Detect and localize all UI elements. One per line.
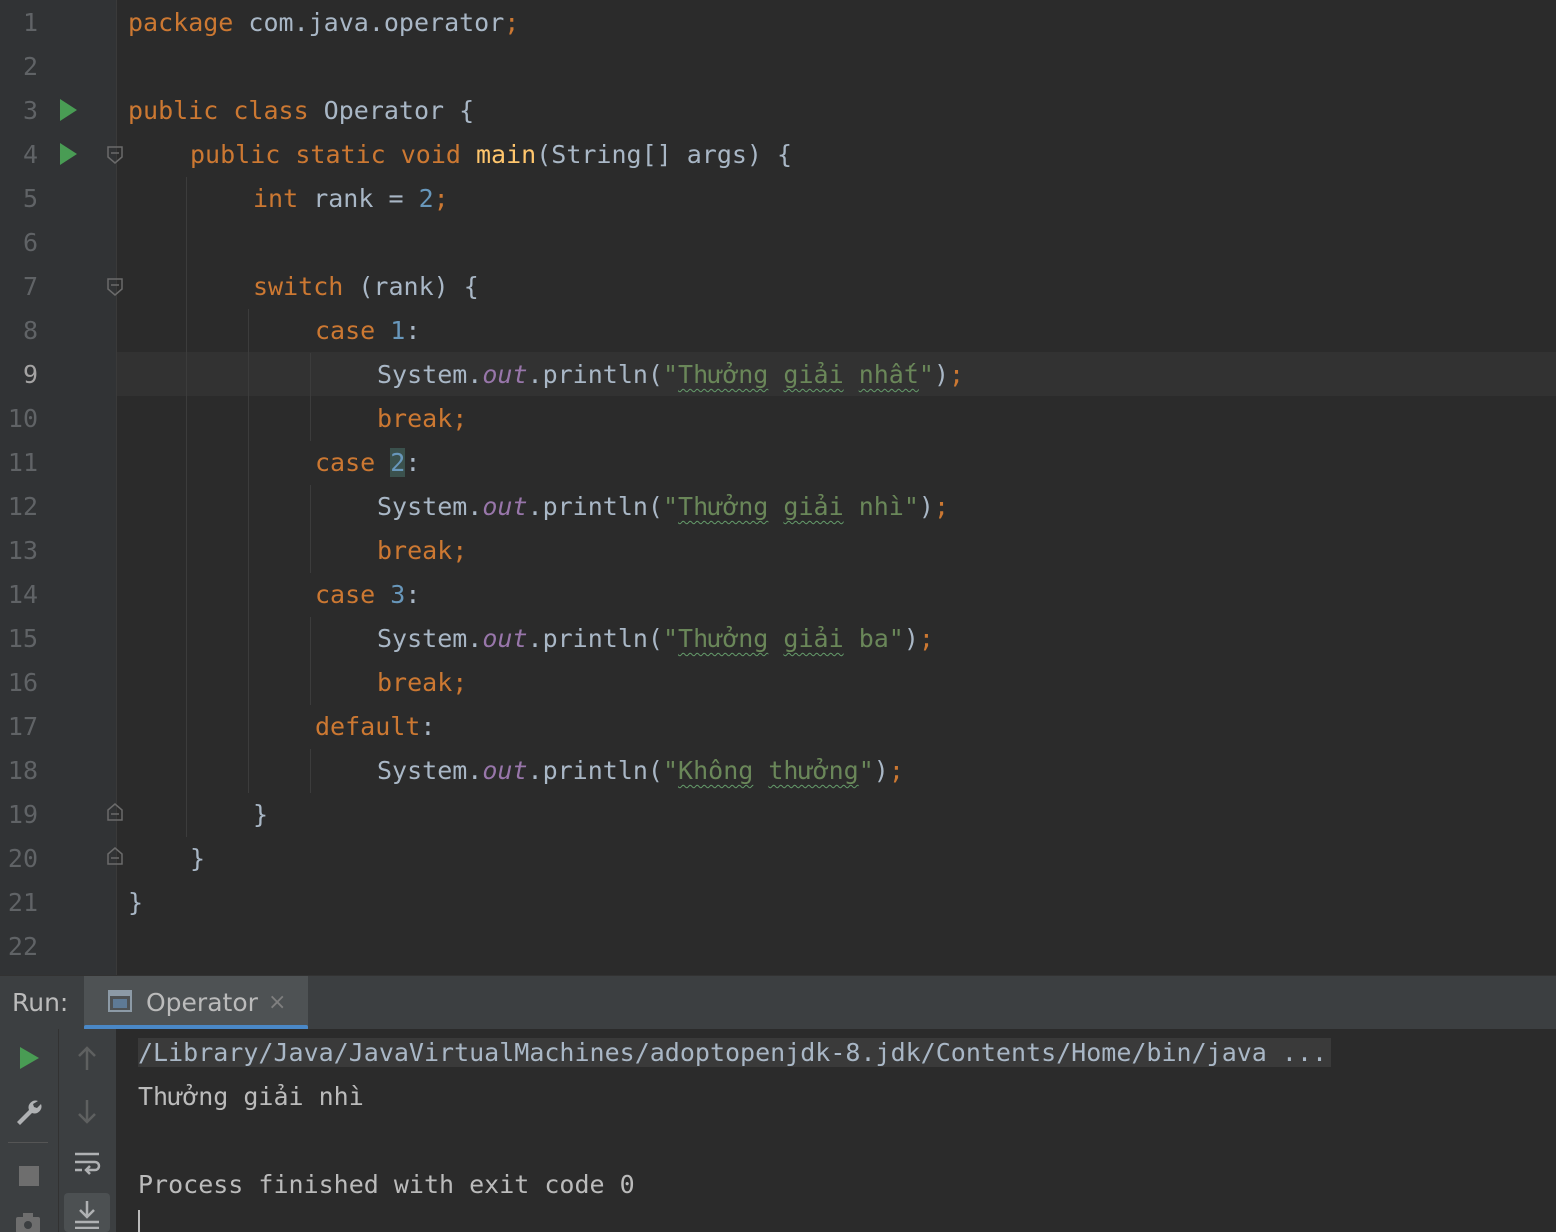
code-line-12[interactable]: System.out.println("Thưởng giải nhì"); (377, 485, 949, 529)
code-line-19[interactable]: } (253, 793, 268, 837)
text-caret (138, 1210, 140, 1232)
indent-guide (310, 617, 311, 705)
code-line-9[interactable]: System.out.println("Thưởng giải nhất"); (377, 353, 964, 397)
run-toolbar-secondary (58, 1029, 116, 1232)
console-window-icon (108, 990, 132, 1012)
line-number[interactable]: 20 (0, 837, 38, 881)
play-icon[interactable] (14, 1043, 44, 1073)
arrow-up-icon[interactable] (71, 1043, 103, 1075)
run-panel-header: Run: Operator × (0, 975, 1556, 1030)
indent-guide (310, 749, 311, 793)
code-line-18[interactable]: System.out.println("Không thưởng"); (377, 749, 904, 793)
soft-wrap-icon[interactable] (71, 1147, 103, 1179)
line-number[interactable]: 17 (0, 705, 38, 749)
line-number[interactable]: 14 (0, 573, 38, 617)
run-label: Run: (12, 988, 69, 1017)
indent-guide (310, 485, 311, 573)
line-number[interactable]: 22 (0, 925, 38, 969)
code-line-3[interactable]: public class Operator { (128, 89, 474, 133)
line-number[interactable]: 21 (0, 881, 38, 925)
camera-icon[interactable] (12, 1211, 44, 1232)
arrow-down-icon[interactable] (71, 1095, 103, 1127)
console-exit-message[interactable]: Process finished with exit code 0 (138, 1163, 635, 1207)
indent-guide (186, 177, 187, 837)
line-number-current[interactable]: 9 (0, 353, 38, 397)
code-line-10[interactable]: break; (377, 397, 467, 441)
code-line-16[interactable]: break; (377, 661, 467, 705)
line-number[interactable]: 11 (0, 441, 38, 485)
code-editor[interactable]: 1 2 3 4 5 6 7 8 9 10 11 12 13 14 15 16 1… (0, 0, 1556, 975)
code-line-4[interactable]: public static void main(String[] args) { (190, 133, 792, 177)
code-line-21[interactable]: } (128, 881, 143, 925)
code-line-17[interactable]: default: (315, 705, 435, 749)
fold-marker-icon[interactable] (107, 278, 123, 296)
line-number[interactable]: 12 (0, 485, 38, 529)
toolbar-separator (8, 1142, 48, 1143)
line-number[interactable]: 5 (0, 177, 38, 221)
code-line-15[interactable]: System.out.println("Thưởng giải ba"); (377, 617, 934, 661)
line-number[interactable]: 6 (0, 221, 38, 265)
stop-icon[interactable] (14, 1161, 44, 1191)
fold-marker-icon[interactable] (107, 146, 123, 164)
indent-guide (248, 309, 249, 793)
code-line-1[interactable]: package com.java.operator; (128, 1, 519, 45)
line-number[interactable]: 4 (0, 133, 38, 177)
line-number[interactable]: 3 (0, 89, 38, 133)
console-output-line[interactable]: Thưởng giải nhì (138, 1075, 364, 1119)
scroll-to-end-icon[interactable] (64, 1193, 110, 1232)
console-output[interactable]: /Library/Java/JavaVirtualMachines/adopto… (116, 1029, 1556, 1232)
close-icon[interactable]: × (268, 976, 286, 1030)
fold-end-marker-icon[interactable] (107, 847, 123, 865)
code-line-14[interactable]: case 3: (315, 573, 420, 617)
run-tab-operator[interactable]: Operator × (84, 976, 308, 1030)
line-number[interactable]: 7 (0, 265, 38, 309)
line-number[interactable]: 10 (0, 397, 38, 441)
line-number[interactable]: 2 (0, 45, 38, 89)
line-number[interactable]: 1 (0, 1, 38, 45)
code-line-5[interactable]: int rank = 2; (253, 177, 449, 221)
code-line-13[interactable]: break; (377, 529, 467, 573)
run-main-play-icon[interactable] (60, 143, 77, 165)
code-line-20[interactable]: } (190, 837, 205, 881)
run-tab-label: Operator (146, 988, 258, 1017)
line-number[interactable]: 18 (0, 749, 38, 793)
code-line-8[interactable]: case 1: (315, 309, 420, 353)
run-class-play-icon[interactable] (60, 99, 77, 121)
console-command-line[interactable]: /Library/Java/JavaVirtualMachines/adopto… (138, 1031, 1332, 1075)
wrench-icon[interactable] (12, 1095, 44, 1127)
line-number[interactable]: 16 (0, 661, 38, 705)
code-line-11[interactable]: case 2: (315, 441, 420, 485)
line-number[interactable]: 13 (0, 529, 38, 573)
line-number[interactable]: 15 (0, 617, 38, 661)
run-toolbar-primary (0, 1029, 58, 1232)
code-line-7[interactable]: switch (rank) { (253, 265, 479, 309)
line-number[interactable]: 8 (0, 309, 38, 353)
indent-guide (310, 353, 311, 441)
fold-end-marker-icon[interactable] (107, 803, 123, 821)
line-number[interactable]: 19 (0, 793, 38, 837)
